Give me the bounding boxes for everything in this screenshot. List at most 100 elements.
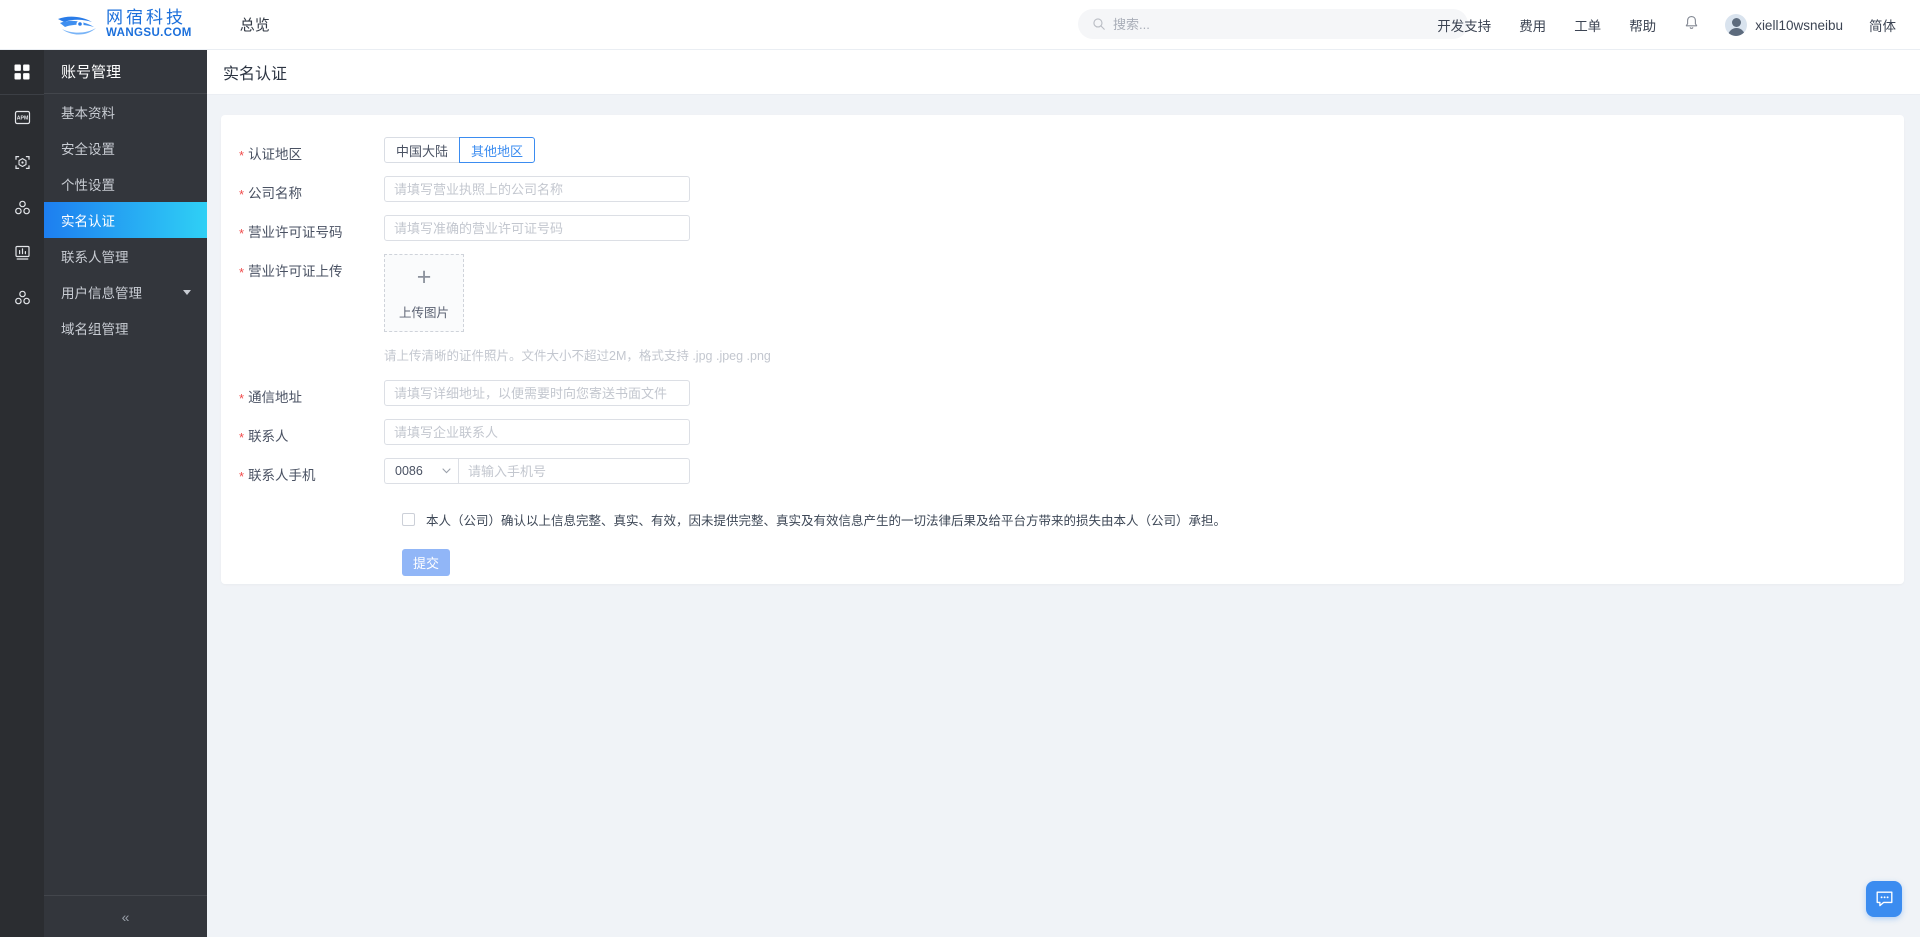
field-row-phone: * 联系人手机 0086 (221, 458, 1904, 484)
rail-item-container[interactable] (0, 140, 44, 185)
sidebar-item-label: 用户信息管理 (61, 286, 142, 301)
sidebar-item-label: 域名组管理 (61, 322, 129, 337)
user-menu[interactable]: xiell10wsneibu (1725, 14, 1843, 36)
cluster-circles-alt-icon (14, 290, 31, 306)
notification-bell-icon[interactable] (1684, 15, 1699, 36)
search-box[interactable] (1078, 9, 1468, 39)
required-marker: * (239, 430, 245, 445)
field-row-region: * 认证地区 中国大陆 其他地区 (221, 137, 1904, 163)
field-label-contact: * 联系人 (239, 429, 289, 445)
header-link-tickets[interactable]: 工单 (1574, 15, 1601, 35)
sidebar-title: 账号管理 (44, 50, 207, 94)
required-marker: * (239, 391, 245, 406)
required-marker: * (239, 265, 245, 280)
field-row-license-number: * 营业许可证号码 (221, 215, 1904, 241)
upload-hint-text: 请上传清晰的证件照片。文件大小不超过2M，格式支持 .jpg .jpeg .pn… (384, 349, 771, 363)
submit-button[interactable]: 提交 (402, 549, 450, 576)
brand-logo-block[interactable]: 网宿科技 WANGSU.COM (56, 0, 192, 50)
cube-bracket-icon (14, 154, 31, 171)
rail-item-nodes[interactable] (0, 185, 44, 230)
submit-row: 提交 (221, 549, 1904, 576)
required-marker: * (239, 469, 245, 484)
collapse-chevrons-icon: « (121, 908, 130, 925)
agreement-checkbox[interactable] (402, 513, 415, 526)
required-marker: * (239, 148, 245, 163)
apm-box-icon: APM (14, 109, 31, 126)
page-title: 实名认证 (223, 66, 288, 83)
field-row-contact: * 联系人 (221, 419, 1904, 445)
field-label-company-name: * 公司名称 (239, 186, 303, 202)
country-code-value: 0086 (395, 464, 423, 478)
sidebar: 账号管理 基本资料 安全设置 个性设置 实名认证 联系人管理 用户信息管理 域名… (44, 50, 207, 937)
language-switch[interactable]: 简体 (1869, 15, 1896, 35)
country-code-select[interactable]: 0086 (384, 458, 458, 484)
chevron-down-icon (183, 289, 191, 295)
avatar (1725, 14, 1748, 36)
field-label-region: * 认证地区 (239, 147, 303, 163)
top-header: 网宿科技 WANGSU.COM 总览 开发支持 费用 工单 帮助 xiell10… (0, 0, 1920, 50)
field-label-license-number: * 营业许可证号码 (239, 225, 343, 241)
license-upload-dropzone[interactable]: + 上传图片 (384, 254, 464, 332)
company-name-input[interactable] (384, 176, 690, 202)
phone-number-input[interactable] (458, 458, 690, 484)
sidebar-collapse-button[interactable]: « (44, 895, 207, 937)
upload-button-label: 上传图片 (398, 306, 449, 320)
required-marker: * (239, 187, 245, 202)
contact-input[interactable] (384, 419, 690, 445)
brand-name-en: WANGSU.COM (106, 27, 192, 40)
chevron-down-icon (442, 468, 451, 474)
svg-text:APM: APM (16, 115, 28, 121)
required-marker: * (239, 226, 245, 241)
grid-apps-icon (14, 64, 30, 80)
sidebar-item-label: 实名认证 (61, 214, 115, 229)
sidebar-item-user-info[interactable]: 用户信息管理 (44, 274, 207, 310)
header-link-help[interactable]: 帮助 (1629, 15, 1656, 35)
sidebar-item-label: 联系人管理 (61, 250, 129, 265)
user-name: xiell10wsneibu (1755, 17, 1843, 33)
chat-bubble-icon (1876, 891, 1892, 907)
region-option-other[interactable]: 其他地区 (459, 137, 536, 163)
plus-icon: + (416, 263, 432, 291)
agreement-text: 本人（公司）确认以上信息完整、真实、有效，因未提供完整、真实及有效信息产生的一切… (426, 514, 1227, 528)
sidebar-item-security[interactable]: 安全设置 (44, 130, 207, 166)
field-row-address: * 通信地址 (221, 380, 1904, 406)
phone-input-group: 0086 (384, 458, 1904, 484)
rail-item-apm[interactable]: APM (0, 95, 44, 140)
sidebar-item-domain-groups[interactable]: 域名组管理 (44, 310, 207, 346)
field-row-license-upload: * 营业许可证上传 + 上传图片 请上传清晰的证件照片。文件大小不超过2M，格式支… (221, 254, 1904, 364)
address-input[interactable] (384, 380, 690, 406)
page-header: 实名认证 (207, 50, 1920, 95)
cluster-circles-icon (14, 200, 31, 216)
field-row-company-name: * 公司名称 (221, 176, 1904, 202)
rail-item-apps[interactable] (0, 50, 44, 95)
field-label-license-upload: * 营业许可证上传 (239, 264, 343, 280)
region-option-mainland[interactable]: 中国大陆 (384, 137, 461, 163)
header-link-billing[interactable]: 费用 (1519, 15, 1546, 35)
field-label-address: * 通信地址 (239, 390, 303, 406)
sidebar-item-personalization[interactable]: 个性设置 (44, 166, 207, 202)
nav-overview[interactable]: 总览 (240, 14, 270, 35)
main-content: 实名认证 * 认证地区 中国大陆 其他地区 * 公司名称 请填写营业执照上的公司… (207, 50, 1920, 937)
sidebar-item-label: 基本资料 (61, 106, 115, 121)
license-number-input[interactable] (384, 215, 690, 241)
sidebar-item-contacts[interactable]: 联系人管理 (44, 238, 207, 274)
sidebar-item-basic-info[interactable]: 基本资料 (44, 94, 207, 130)
sidebar-item-real-name-auth[interactable]: 实名认证 (44, 202, 207, 238)
search-input[interactable] (1113, 16, 1456, 32)
header-right-actions: 开发支持 费用 工单 帮助 xiell10wsneibu 简体 (1437, 0, 1920, 50)
region-radio-group[interactable]: 中国大陆 其他地区 (384, 137, 1904, 163)
agreement-row: 本人（公司）确认以上信息完整、真实、有效，因未提供完整、真实及有效信息产生的一切… (221, 510, 1904, 529)
rail-item-monitor[interactable] (0, 230, 44, 275)
wangsu-logo-icon (56, 10, 100, 40)
sidebar-item-label: 个性设置 (61, 178, 115, 193)
chat-support-button[interactable] (1866, 881, 1902, 917)
sidebar-item-label: 安全设置 (61, 142, 115, 157)
monitor-screen-icon (14, 244, 31, 261)
header-link-dev-support[interactable]: 开发支持 (1437, 15, 1491, 35)
search-icon (1093, 18, 1105, 30)
brand-name-cn: 网宿科技 (106, 8, 186, 28)
rail-item-resources[interactable] (0, 275, 44, 320)
icon-rail: APM (0, 50, 44, 937)
field-label-phone: * 联系人手机 (239, 468, 316, 484)
real-name-auth-form-card: *认证地区 中国大陆 其他地区 *公司名称 *营业许可证号码 (221, 115, 1904, 584)
